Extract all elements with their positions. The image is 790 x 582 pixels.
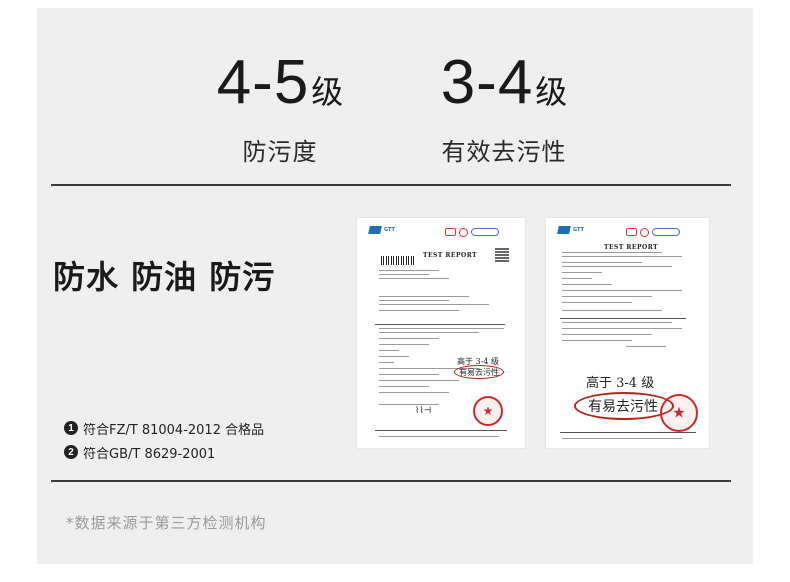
annotation-rating: 高于 3-4 级 bbox=[586, 376, 655, 391]
number-badge: 1 bbox=[64, 421, 78, 435]
institute-logo: GTT bbox=[368, 226, 395, 234]
stain-resistance-rating: 4-5级 防污度 bbox=[200, 52, 360, 167]
certification-item: 1 符合FZ/T 81004-2012 合格品 bbox=[64, 416, 264, 440]
number-badge: 2 bbox=[64, 445, 78, 459]
signature: ⌇⌇⊣ bbox=[415, 406, 432, 416]
rating-number: 3-4 bbox=[440, 48, 534, 117]
certification-text: 符合GB/T 8629-2001 bbox=[83, 446, 216, 462]
official-seal: ★ bbox=[660, 394, 698, 432]
certification-item: 2 符合GB/T 8629-2001 bbox=[64, 440, 264, 464]
rating-caption: 有效去污性 bbox=[441, 138, 567, 166]
divider-top bbox=[51, 184, 731, 186]
rating-number: 4-5 bbox=[216, 48, 310, 117]
test-report-image: GTT TEST REPORT 高于 3-4 级 有易去污性 ★ ⌇⌇⊣ bbox=[357, 218, 525, 448]
accreditation-marks bbox=[445, 228, 499, 237]
accreditation-marks bbox=[626, 228, 680, 237]
test-report-image: GTT TEST REPORT 高于 3-4 级 有易去污性 ★ bbox=[546, 218, 709, 448]
rating-unit: 级 bbox=[311, 73, 344, 111]
rating-grade: 3-4级 bbox=[422, 52, 586, 114]
certification-text: 符合FZ/T 81004-2012 合格品 bbox=[83, 422, 265, 438]
soil-release-rating: 3-4级 有效去污性 bbox=[422, 52, 586, 167]
rating-caption: 防污度 bbox=[242, 138, 318, 166]
institute-logo: GTT bbox=[557, 226, 584, 234]
certification-list: 1 符合FZ/T 81004-2012 合格品 2 符合GB/T 8629-20… bbox=[64, 416, 264, 464]
annotation-circled: 有易去污性 bbox=[588, 399, 658, 415]
feature-headline: 防水 防油 防污 bbox=[53, 258, 276, 296]
rating-grade: 4-5级 bbox=[200, 52, 360, 114]
report-title: TEST REPORT bbox=[604, 244, 659, 251]
report-title: TEST REPORT bbox=[423, 252, 478, 259]
divider-bottom bbox=[51, 480, 731, 482]
qr-code bbox=[495, 248, 509, 262]
data-source-footnote: *数据来源于第三方检测机构 bbox=[66, 514, 267, 532]
official-seal: ★ bbox=[473, 396, 503, 426]
annotation-circled: 有易去污性 bbox=[459, 368, 499, 377]
barcode bbox=[381, 256, 415, 265]
rating-unit: 级 bbox=[535, 73, 568, 111]
